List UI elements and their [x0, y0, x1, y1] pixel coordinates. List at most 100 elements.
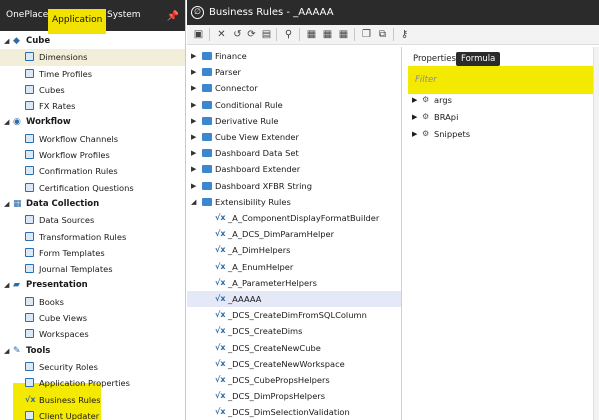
folder-derivative-rule[interactable]: ▶ Derivative Rule — [187, 113, 401, 130]
folder-icon — [202, 64, 212, 81]
delete-icon[interactable]: ✕ — [215, 28, 228, 41]
nav-item-transformation-rules[interactable]: Transformation Rules — [0, 229, 185, 245]
nav-item-workflow-profiles[interactable]: Workflow Profiles — [0, 147, 185, 163]
rule-label: _AAAAA — [228, 294, 262, 304]
collapse-arrow-icon[interactable]: ◢ — [4, 343, 9, 359]
rule-item[interactable]: √x _A_EnumHelper — [187, 259, 401, 275]
nav-item-books[interactable]: Books — [0, 294, 185, 310]
compile-all-icon[interactable]: ▦ — [321, 28, 334, 41]
rule-label: _DCS_DimPropsHelpers — [228, 391, 326, 402]
key-icon[interactable]: ⚷ — [398, 28, 411, 41]
collapse-arrow-icon[interactable]: ◢ — [4, 196, 9, 212]
save-icon[interactable]: ▤ — [260, 28, 273, 41]
rule-item[interactable]: √x _DCS_CreateNewWorkspace — [187, 356, 401, 372]
rule-label: _DCS_CreateNewWorkspace — [228, 358, 345, 369]
folder-dashboard-xfbr-string[interactable]: ▶ Dashboard XFBR String — [187, 178, 401, 195]
tab-formula[interactable]: Formula — [456, 52, 501, 66]
collapse-arrow-icon[interactable]: ◢ — [4, 277, 9, 293]
folder-connector[interactable]: ▶ Connector — [187, 80, 401, 96]
rule-item[interactable]: √x _DCS_CreateDimFromSQLColumn — [187, 307, 401, 323]
nav-item-label: Certification Questions — [39, 182, 134, 193]
scrollbar[interactable] — [593, 47, 599, 420]
grid-icon[interactable]: ▦ — [337, 28, 350, 41]
folder-icon — [202, 129, 212, 146]
expand-arrow-icon[interactable]: ▶ — [191, 113, 196, 129]
section-presentation[interactable]: ◢ ▰ Presentation — [0, 277, 185, 293]
section-data-collection[interactable]: ◢ ▦ Data Collection — [0, 196, 185, 212]
nav-item-time-profiles[interactable]: Time Profiles — [0, 66, 185, 82]
function-icon: √x — [215, 245, 226, 255]
section-tools[interactable]: ◢ ✎ Tools — [0, 343, 185, 359]
nav-item-dimensions[interactable]: Dimensions — [0, 49, 185, 66]
expand-arrow-icon[interactable]: ▶ — [191, 64, 196, 80]
nav-item-fx-rates[interactable]: FX Rates — [0, 98, 185, 114]
nav-item-cube-views[interactable]: Cube Views — [0, 310, 185, 326]
expand-arrow-icon[interactable]: ▶ — [191, 145, 196, 161]
tab-oneplace[interactable]: OnePlace — [2, 0, 52, 31]
rule-item[interactable]: √x _A_DCS_DimParamHelper — [187, 226, 401, 242]
expand-arrow-icon[interactable]: ▶ — [412, 92, 417, 108]
folder-icon — [202, 178, 212, 195]
app-logo-icon: ∅ — [191, 6, 204, 19]
rule-item[interactable]: √x _A_ComponentDisplayFormatBuilder — [187, 210, 401, 226]
section-workflow[interactable]: ◢ ◉ Workflow — [0, 114, 185, 130]
formula-node-label: Snippets — [434, 129, 471, 139]
collapse-arrow-icon[interactable]: ◢ — [191, 194, 196, 210]
folder-finance[interactable]: ▶ Finance — [187, 48, 401, 64]
folder-extensibility-rules[interactable]: ◢ Extensibility Rules — [187, 194, 401, 210]
folder-dashboard-data-set[interactable]: ▶ Dashboard Data Set — [187, 145, 401, 161]
expand-arrow-icon[interactable]: ▶ — [191, 129, 196, 145]
rule-item[interactable]: √x _A_ParameterHelpers — [187, 275, 401, 291]
expand-arrow-icon[interactable]: ▶ — [191, 178, 196, 194]
nav-item-client-updater[interactable]: Client Updater — [0, 408, 185, 420]
folder-icon — [202, 161, 212, 178]
tab-properties[interactable]: Properties — [408, 52, 461, 66]
revert-icon[interactable]: ↺ — [231, 28, 244, 41]
rule-item[interactable]: √x _DCS_CubePropsHelpers — [187, 372, 401, 388]
rule-item[interactable]: √x _AAAAA — [187, 291, 401, 308]
search-icon[interactable]: ⚲ — [282, 28, 295, 41]
expand-arrow-icon[interactable]: ▶ — [191, 48, 196, 64]
item-icon — [25, 82, 34, 99]
rule-item[interactable]: √x _DCS_CreateDims — [187, 323, 401, 339]
tab-application[interactable]: Application — [48, 9, 107, 34]
folder-conditional-rule[interactable]: ▶ Conditional Rule — [187, 97, 401, 113]
section-cube[interactable]: ◢ ◆ Cube — [0, 33, 185, 49]
expand-arrow-icon[interactable]: ▶ — [191, 161, 196, 177]
collapse-arrow-icon[interactable]: ◢ — [4, 114, 9, 130]
copy-icon[interactable]: ❐ — [360, 28, 373, 41]
nav-item-application-properties[interactable]: Application Properties — [0, 375, 185, 391]
rule-item[interactable]: √x _A_DimHelpers — [187, 242, 401, 258]
box-icon — [25, 296, 34, 306]
nav-item-security-roles[interactable]: Security Roles — [0, 359, 185, 375]
nav-item-data-sources[interactable]: Data Sources — [0, 212, 185, 228]
filter-input[interactable]: Filter — [415, 73, 595, 87]
nav-item-workspaces[interactable]: Workspaces — [0, 326, 185, 342]
rule-item[interactable]: √x _DCS_CreateNewCube — [187, 340, 401, 356]
nav-item-workflow-channels[interactable]: Workflow Channels — [0, 131, 185, 147]
folder-icon — [202, 113, 212, 130]
nav-item-certification-questions[interactable]: Certification Questions — [0, 180, 185, 196]
collapse-arrow-icon[interactable]: ◢ — [4, 33, 9, 49]
folder-dashboard-extender[interactable]: ▶ Dashboard Extender — [187, 161, 401, 178]
tab-system[interactable]: System — [103, 0, 145, 31]
assembly-icon[interactable]: ⧉ — [376, 28, 389, 41]
nav-item-form-templates[interactable]: Form Templates — [0, 245, 185, 261]
expand-arrow-icon[interactable]: ▶ — [412, 109, 417, 125]
rule-label: _DCS_CubePropsHelpers — [228, 375, 330, 385]
pin-icon[interactable]: 📌 — [167, 11, 179, 22]
new-rule-icon[interactable]: ▣ — [192, 28, 205, 41]
expand-arrow-icon[interactable]: ▶ — [191, 97, 196, 113]
compile-icon[interactable]: ▦ — [305, 28, 318, 41]
rule-item[interactable]: √x _DCS_DimSelectionValidation — [187, 404, 401, 420]
nav-item-cubes[interactable]: Cubes — [0, 82, 185, 98]
expand-arrow-icon[interactable]: ▶ — [191, 80, 196, 96]
refresh-icon[interactable]: ⟳ — [245, 28, 258, 41]
rule-item[interactable]: √x _DCS_DimPropsHelpers — [187, 388, 401, 404]
folder-parser[interactable]: ▶ Parser — [187, 64, 401, 81]
folder-cube-view-extender[interactable]: ▶ Cube View Extender — [187, 129, 401, 146]
nav-item-business-rules[interactable]: √x Business Rules — [0, 392, 185, 408]
expand-arrow-icon[interactable]: ▶ — [412, 126, 417, 142]
nav-item-confirmation-rules[interactable]: Confirmation Rules — [0, 163, 185, 179]
nav-item-journal-templates[interactable]: Journal Templates — [0, 261, 185, 277]
